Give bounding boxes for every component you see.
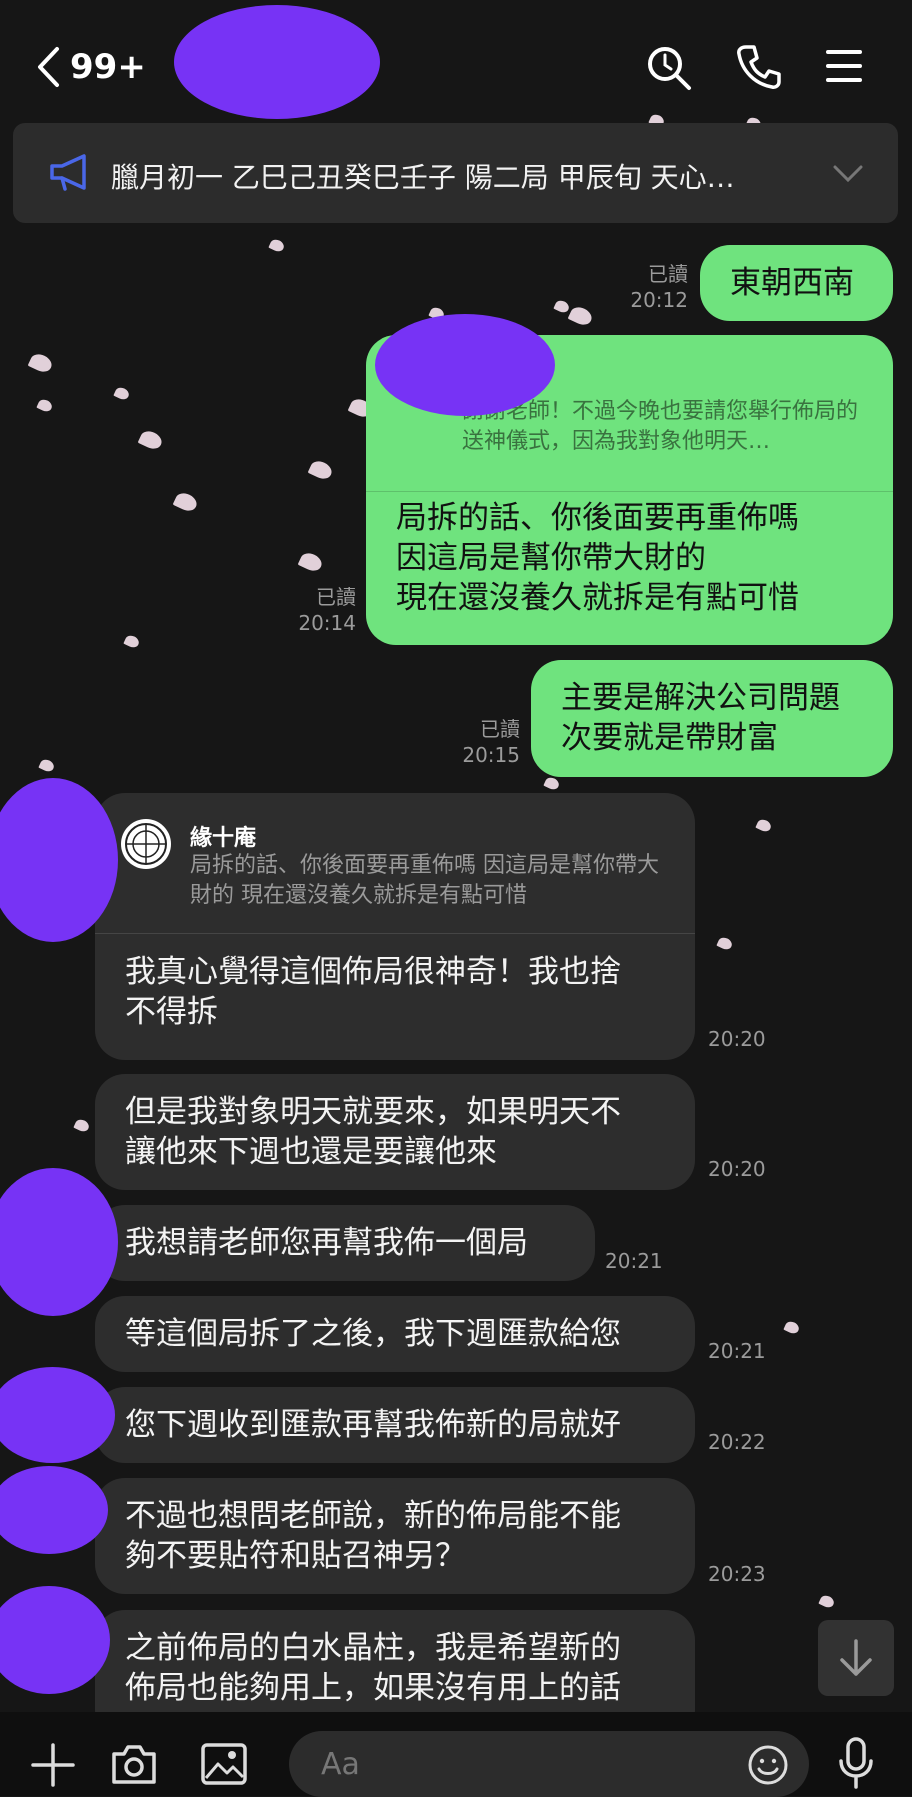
microphone-icon[interactable] [836,1736,876,1790]
seal-icon [125,823,167,865]
sender-avatar-redacted[interactable] [0,1466,108,1554]
message-text: 您下週收到匯款再幫我佈新的局就好 [125,1407,621,1443]
read-receipt: 已讀 [480,717,520,741]
message-time: 20:23 [708,1562,766,1586]
read-receipt: 已讀 [316,585,356,609]
quoted-reply[interactable]: 緣十庵 局拆的話、你後面要再重佈嗎 因這局是幫你帶大財的 現在還沒養久就拆是有點… [95,793,695,934]
message-time: 20:12 [630,288,688,312]
message-line: 讓他來下週也還是要讓他來 [125,1134,497,1170]
message-line: 我真心覺得這個佈局很神奇！我也捨 [125,954,621,990]
message-line: 佈局也能夠用上，如果沒有用上的話 [125,1670,621,1706]
quoted-sender-redacted [375,314,555,416]
message-line: 夠不要貼符和貼召神另？ [125,1538,466,1574]
message-text: 我想請老師您再幫我佈一個局 [125,1225,528,1261]
message-meta: 已讀 20:12 [610,261,688,313]
message-meta: 已讀 20:15 [442,716,520,768]
message-text: 等這個局拆了之後，我下週匯款給您 [125,1316,621,1352]
message-time: 20:20 [708,1157,766,1181]
sent-message-bubble[interactable]: 主要是解決公司問題 次要就是帶財富 [531,660,893,777]
chevron-down-icon[interactable] [833,165,863,183]
message-time: 20:20 [708,1027,766,1051]
quoted-text: 謝謝老師！不過今晚也要請您舉行佈局的送神儀式，因為我對象他明天… [462,399,859,454]
contact-name-redacted [174,5,380,119]
sent-message-bubble[interactable]: 東朝西南 [700,245,893,321]
message-input-container[interactable] [289,1731,809,1797]
megaphone-icon [50,154,86,191]
message-line: 局拆的話、你後面要再重佈嗎 [396,500,799,536]
message-time: 20:21 [605,1249,663,1273]
message-text: 東朝西南 [730,265,854,301]
message-meta: 已讀 20:14 [278,584,356,636]
unread-count: 99+ [70,47,146,87]
message-input[interactable] [319,1743,703,1785]
message-input-bar [0,1712,912,1797]
plus-icon[interactable] [30,1742,76,1788]
received-message-bubble[interactable]: 不過也想問老師說，新的佈局能不能 夠不要貼符和貼召神另？ [95,1478,695,1594]
message-line: 次要就是帶財富 [561,720,778,756]
message-line: 主要是解決公司問題 [561,680,840,716]
message-time: 20:22 [708,1430,766,1454]
received-message-bubble[interactable]: 您下週收到匯款再幫我佈新的局就好 [95,1387,695,1463]
read-receipt: 已讀 [648,262,688,286]
scroll-to-bottom-button[interactable] [818,1620,894,1696]
quoted-avatar [121,819,171,869]
message-line: 現在還沒養久就拆是有點可惜 [396,580,799,616]
message-time: 20:14 [298,611,356,635]
message-line: 之前佈局的白水晶柱，我是希望新的 [125,1630,621,1666]
received-message-bubble[interactable]: 我想請老師您再幫我佈一個局 [95,1205,595,1281]
search-icon[interactable] [645,44,693,92]
message-time: 20:15 [462,743,520,767]
message-line: 不得拆 [125,994,218,1030]
image-icon[interactable] [200,1742,248,1786]
received-message-bubble[interactable]: 緣十庵 局拆的話、你後面要再重佈嗎 因這局是幫你帶大財的 現在還沒養久就拆是有點… [95,793,695,1060]
message-line: 因這局是幫你帶大財的 [396,540,706,576]
sender-avatar-redacted[interactable] [0,1168,118,1316]
message-line: 但是我對象明天就要來，如果明天不 [125,1094,621,1130]
sender-avatar-redacted[interactable] [0,1367,115,1463]
quoted-text: 局拆的話、你後面要再重佈嗎 因這局是幫你帶大財的 現在還沒養久就拆是有點可惜 [190,853,659,908]
camera-icon[interactable] [110,1742,158,1786]
chevron-left-icon [38,47,59,87]
emoji-icon[interactable] [747,1744,789,1786]
phone-call-icon[interactable] [736,44,782,90]
message-time: 20:21 [708,1339,766,1363]
message-line: 不過也想問老師說，新的佈局能不能 [125,1498,621,1534]
received-message-bubble[interactable]: 等這個局拆了之後，我下週匯款給您 [95,1296,695,1372]
received-message-bubble[interactable]: 但是我對象明天就要來，如果明天不 讓他來下週也還是要讓他來 [95,1074,695,1190]
chat-header: 99+ [0,0,912,120]
menu-icon[interactable] [826,48,862,84]
announcement-bar[interactable]: 臘月初一 乙巳己丑癸巳壬子 陽二局 甲辰旬 天心… [13,123,898,223]
sender-avatar-redacted[interactable] [0,1586,110,1694]
arrow-down-icon [840,1639,872,1676]
announcement-text: 臘月初一 乙巳己丑癸巳壬子 陽二局 甲辰旬 天心… [111,161,735,194]
back-button[interactable]: 99+ [36,46,146,88]
